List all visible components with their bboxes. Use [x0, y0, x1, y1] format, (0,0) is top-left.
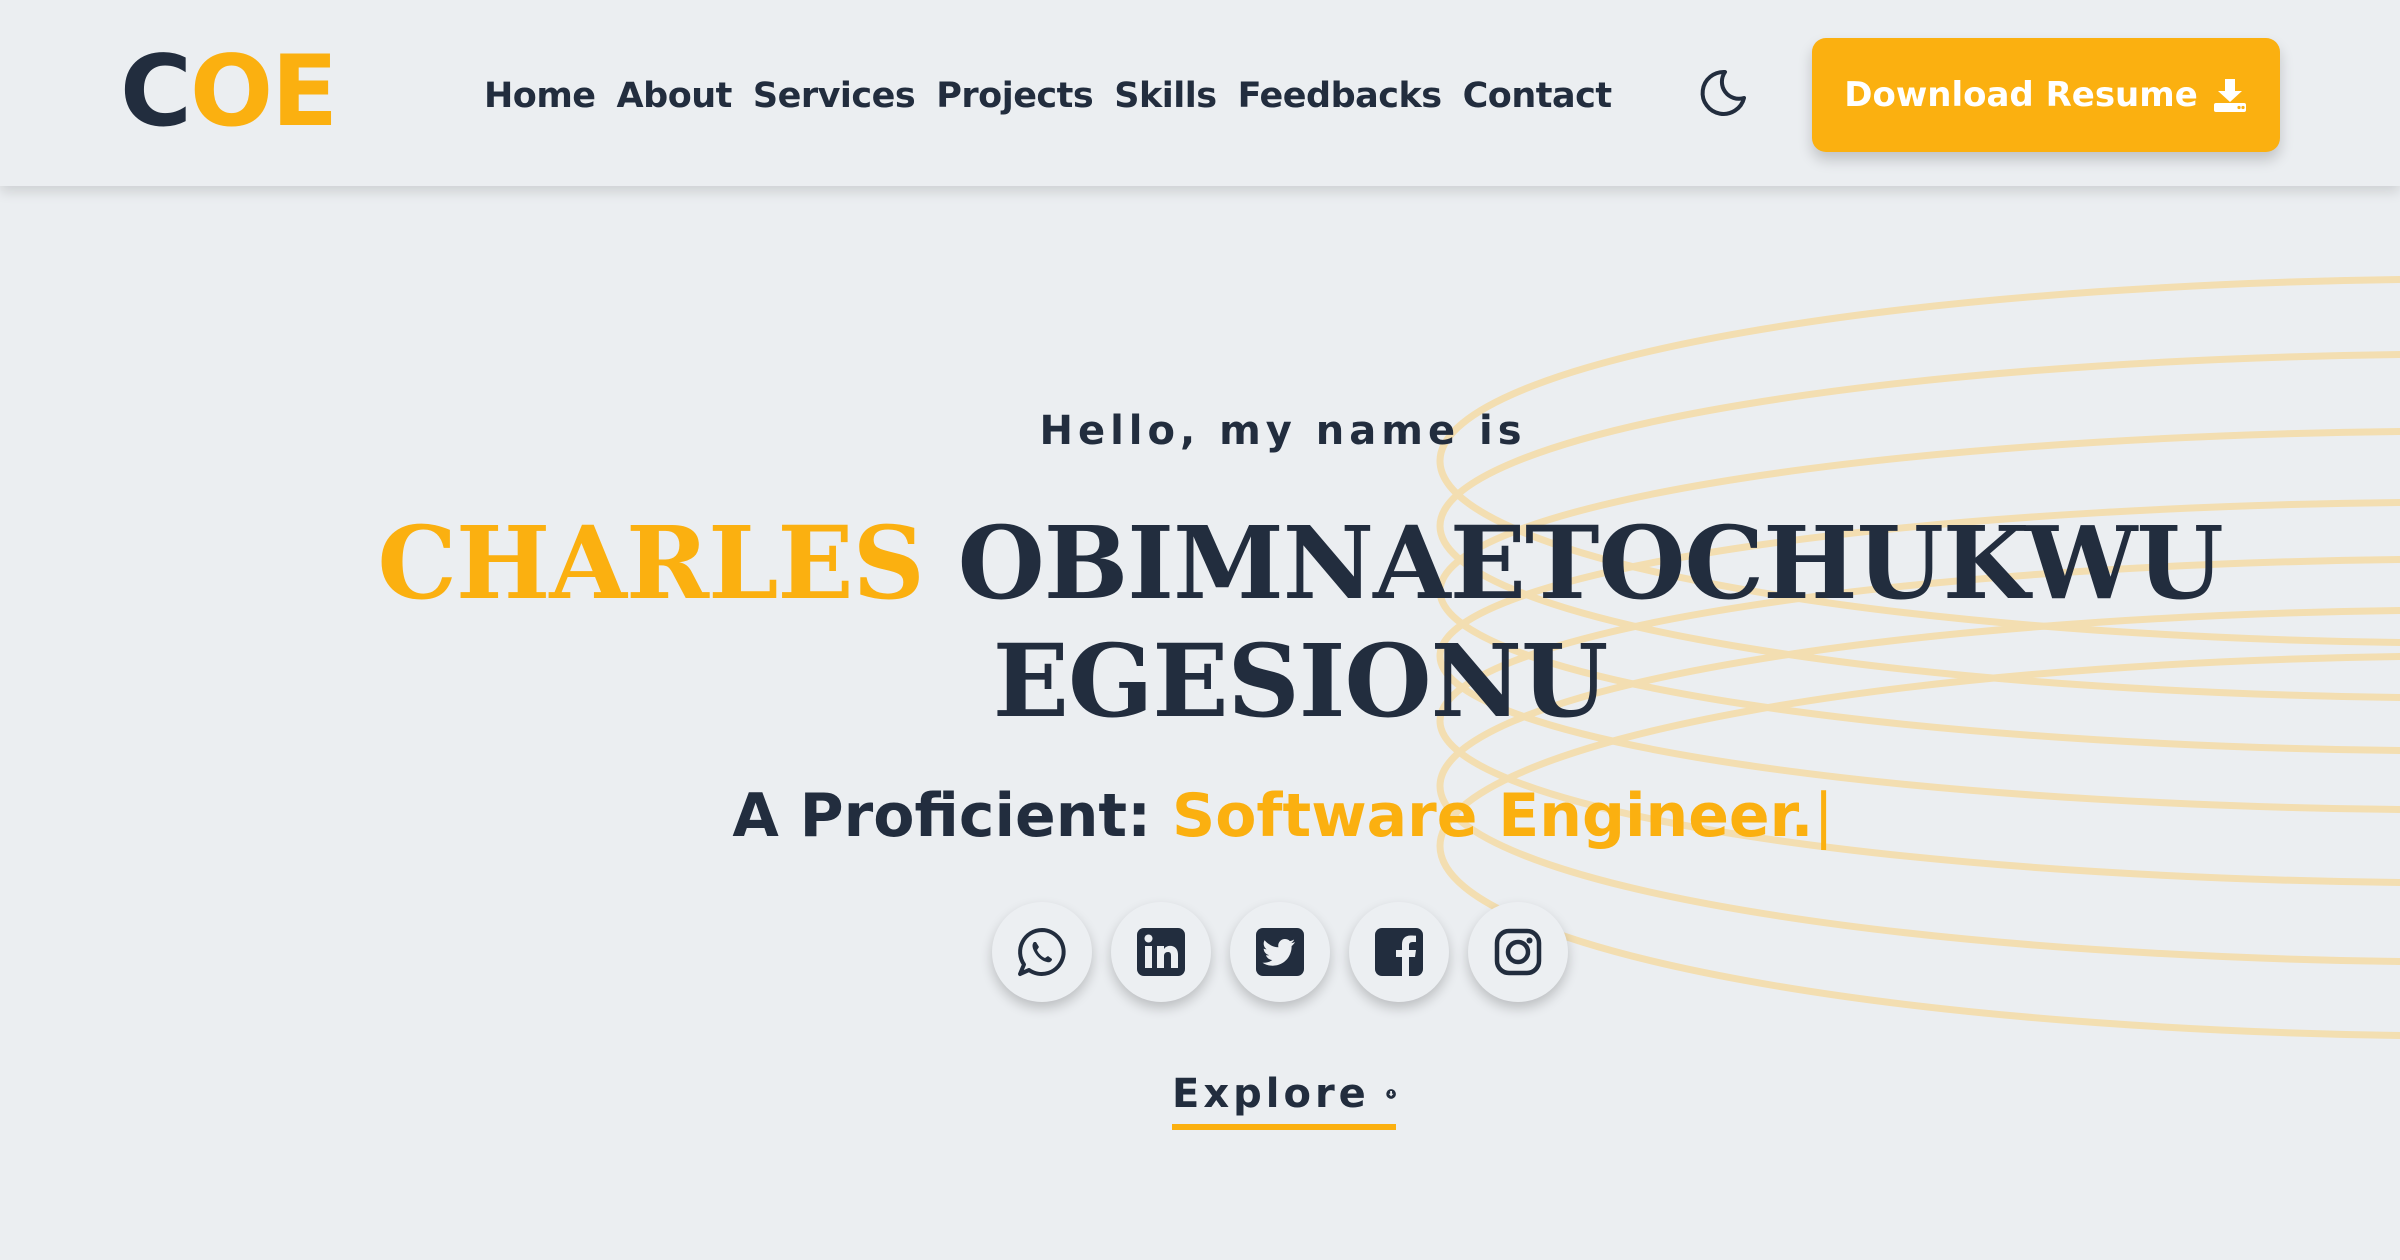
nav-projects[interactable]: Projects — [936, 76, 1094, 116]
nav-contact[interactable]: Contact — [1463, 76, 1612, 116]
logo-rest: OE — [189, 35, 338, 149]
nav-services[interactable]: Services — [753, 76, 916, 116]
middle-name: OBIMNAETOCHUKWU — [923, 504, 2224, 622]
typing-cursor: | — [1813, 781, 1834, 851]
twitter-link[interactable] — [1230, 902, 1330, 1002]
logo-first-letter: C — [120, 35, 192, 149]
facebook-link[interactable] — [1349, 902, 1449, 1002]
explore-label: Explore — [1172, 1071, 1370, 1117]
site-header: COE Home About Services Projects Skills … — [0, 0, 2400, 186]
nav-feedbacks[interactable]: Feedbacks — [1238, 76, 1443, 116]
logo[interactable]: COE — [120, 35, 338, 149]
explore-link[interactable]: Explore — [1172, 1064, 1396, 1130]
nav-skills[interactable]: Skills — [1114, 76, 1217, 116]
hero-section: Hello, my name is CHARLES OBIMNAETOCHUKW… — [0, 186, 2400, 1260]
download-resume-label: Download Resume — [1844, 75, 2198, 115]
first-name: CHARLES — [377, 504, 925, 622]
twitter-icon — [1256, 928, 1304, 976]
role-line: A Proficient: Software Engineer.| — [0, 776, 2400, 856]
facebook-icon — [1375, 928, 1423, 976]
full-name: CHARLES OBIMNAETOCHUKWU EGESIONU — [300, 504, 2300, 740]
nav-about[interactable]: About — [617, 76, 733, 116]
greeting-text: Hello, my name is — [1039, 408, 1527, 454]
download-icon — [2213, 79, 2246, 112]
nav-home[interactable]: Home — [484, 76, 596, 116]
download-resume-button[interactable]: Download Resume — [1812, 38, 2280, 152]
whatsapp-link[interactable] — [992, 902, 1092, 1002]
arrow-down-circle-icon — [1386, 1089, 1396, 1099]
theme-toggle-button[interactable] — [1698, 68, 1748, 118]
linkedin-link[interactable] — [1111, 902, 1211, 1002]
moon-icon — [1700, 69, 1746, 116]
instagram-icon — [1494, 928, 1542, 976]
proficient-label: A Proficient: — [732, 781, 1172, 851]
linkedin-icon — [1137, 928, 1185, 976]
main-nav: Home About Services Projects Skills Feed… — [484, 70, 1612, 122]
last-name: EGESIONU — [992, 622, 1609, 740]
role-text: Software Engineer. — [1172, 781, 1814, 851]
instagram-link[interactable] — [1468, 902, 1568, 1002]
social-links — [992, 902, 1568, 1002]
whatsapp-icon — [1018, 928, 1066, 976]
